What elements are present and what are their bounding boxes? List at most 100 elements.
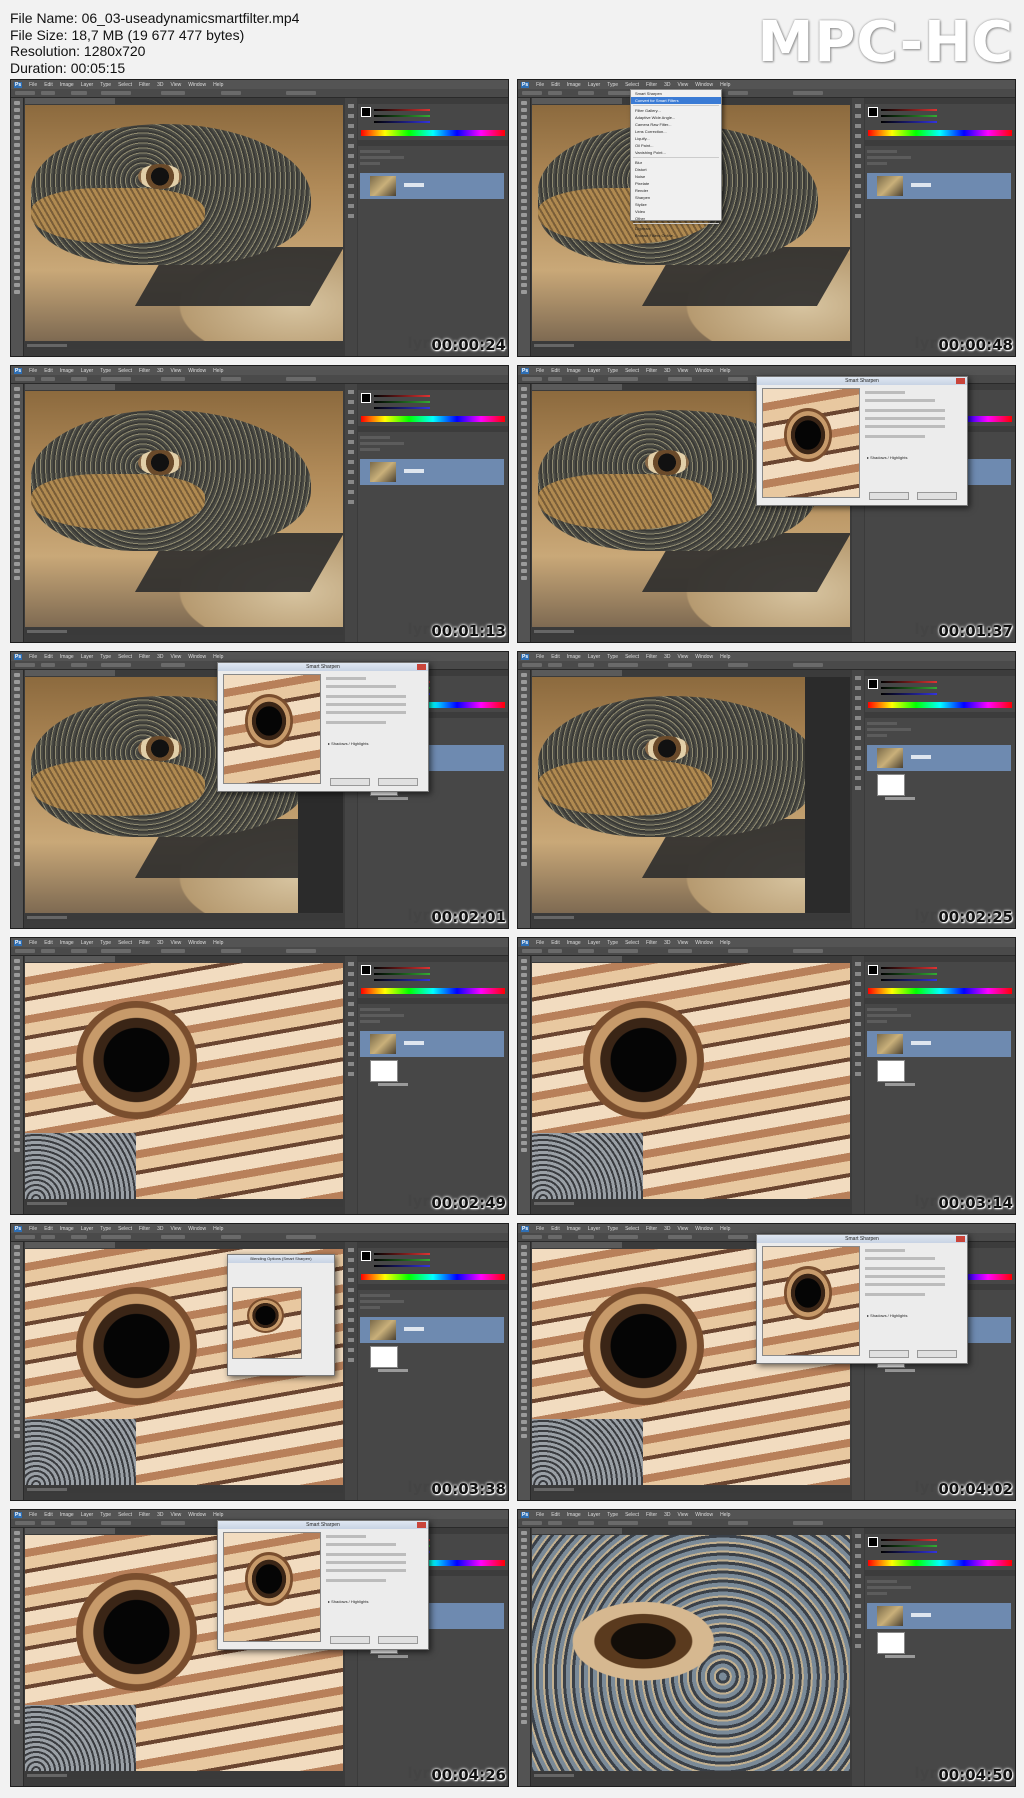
panel-icon[interactable] xyxy=(348,1358,354,1362)
color-panel-tabs[interactable] xyxy=(358,384,508,390)
tool-icon[interactable] xyxy=(521,227,527,231)
tool-icon[interactable] xyxy=(521,1050,527,1054)
tool-icon[interactable] xyxy=(14,1308,20,1312)
menu-item[interactable]: Layer xyxy=(81,368,94,374)
color-spectrum[interactable] xyxy=(361,988,505,994)
tool-icon[interactable] xyxy=(521,1113,527,1117)
tool-icon[interactable] xyxy=(14,541,20,545)
tool-icon[interactable] xyxy=(14,492,20,496)
tool-icon[interactable] xyxy=(14,1622,20,1626)
menu-item[interactable]: Help xyxy=(213,654,223,660)
panel-icon[interactable] xyxy=(855,962,861,966)
layers-control[interactable] xyxy=(360,150,390,153)
menu-item[interactable]: Image xyxy=(60,1226,74,1232)
menu-item[interactable]: View xyxy=(678,654,689,660)
tool-icon[interactable] xyxy=(14,813,20,817)
tool-icon[interactable] xyxy=(521,1643,527,1647)
panel-icon[interactable] xyxy=(348,114,354,118)
filter-preview[interactable] xyxy=(223,674,321,784)
tool-icon[interactable] xyxy=(14,157,20,161)
tool-icon[interactable] xyxy=(14,387,20,391)
menu-item[interactable]: Type xyxy=(607,1512,618,1518)
panel-icon[interactable] xyxy=(855,776,861,780)
tool-icon[interactable] xyxy=(521,1106,527,1110)
menu-item[interactable]: Filter xyxy=(139,654,150,660)
tool-icon[interactable] xyxy=(14,527,20,531)
tool-icon[interactable] xyxy=(521,1134,527,1138)
menu-item[interactable]: Layer xyxy=(588,368,601,374)
menu-item[interactable]: Image xyxy=(60,368,74,374)
tool-icon[interactable] xyxy=(521,1287,527,1291)
tool-icon[interactable] xyxy=(14,422,20,426)
menu-item[interactable]: Window xyxy=(695,654,713,660)
tool-icon[interactable] xyxy=(521,115,527,119)
panel-icon[interactable] xyxy=(855,1052,861,1056)
tool-icon[interactable] xyxy=(14,848,20,852)
tool-icon[interactable] xyxy=(521,673,527,677)
tool-icon[interactable] xyxy=(14,569,20,573)
tool-icon[interactable] xyxy=(14,1608,20,1612)
tool-icon[interactable] xyxy=(521,276,527,280)
menu-item[interactable]: Type xyxy=(607,940,618,946)
tool-icon[interactable] xyxy=(521,848,527,852)
menu-item[interactable]: Help xyxy=(720,1512,730,1518)
dialog-control[interactable] xyxy=(326,703,406,706)
tool-icon[interactable] xyxy=(521,1036,527,1040)
tool-icon[interactable] xyxy=(521,785,527,789)
menu-item[interactable]: 3D xyxy=(157,82,163,88)
tool-icon[interactable] xyxy=(14,1141,20,1145)
tool-icon[interactable] xyxy=(521,1001,527,1005)
tool-icon[interactable] xyxy=(521,513,527,517)
tool-icon[interactable] xyxy=(14,513,20,517)
menu-item[interactable]: View xyxy=(678,940,689,946)
tool-icon[interactable] xyxy=(14,464,20,468)
tool-icon[interactable] xyxy=(14,1413,20,1417)
tool-icon[interactable] xyxy=(521,164,527,168)
tool-icon[interactable] xyxy=(14,673,20,677)
tool-icon[interactable] xyxy=(14,1406,20,1410)
dialog-control[interactable] xyxy=(865,1293,925,1296)
menu-item[interactable]: Layer xyxy=(588,1512,601,1518)
panel-icon[interactable] xyxy=(348,204,354,208)
tool-icon[interactable] xyxy=(521,1343,527,1347)
panel-icon[interactable] xyxy=(855,982,861,986)
layers-panel-tabs[interactable] xyxy=(358,140,508,146)
close-button[interactable] xyxy=(956,1236,965,1242)
filter-preview[interactable] xyxy=(223,1532,321,1642)
tool-icon[interactable] xyxy=(521,562,527,566)
tool-icon[interactable] xyxy=(14,1636,20,1640)
color-slider[interactable] xyxy=(881,979,937,981)
close-button[interactable] xyxy=(956,378,965,384)
tool-icon[interactable] xyxy=(14,987,20,991)
tool-icon[interactable] xyxy=(14,1594,20,1598)
tool-icon[interactable] xyxy=(14,1559,20,1563)
tool-icon[interactable] xyxy=(521,862,527,866)
dialog-control[interactable] xyxy=(865,399,935,402)
tool-icon[interactable] xyxy=(521,841,527,845)
color-slider[interactable] xyxy=(374,967,430,969)
dialog-control[interactable] xyxy=(326,1579,386,1582)
tool-icon[interactable] xyxy=(14,255,20,259)
tool-icon[interactable] xyxy=(521,485,527,489)
menu-item[interactable]: 3D xyxy=(664,1226,670,1232)
menu-item[interactable]: Layer xyxy=(588,82,601,88)
tool-icon[interactable] xyxy=(521,987,527,991)
tool-icon[interactable] xyxy=(14,694,20,698)
panel-icon[interactable] xyxy=(348,1248,354,1252)
color-slider[interactable] xyxy=(374,1253,430,1255)
tool-icon[interactable] xyxy=(521,555,527,559)
tool-icon[interactable] xyxy=(521,1057,527,1061)
panel-icon[interactable] xyxy=(855,1604,861,1608)
menu-item[interactable]: File xyxy=(29,1512,37,1518)
panel-icon[interactable] xyxy=(855,184,861,188)
tool-icon[interactable] xyxy=(14,199,20,203)
panel-icon[interactable] xyxy=(855,114,861,118)
tool-icon[interactable] xyxy=(521,422,527,426)
tool-icon[interactable] xyxy=(521,1594,527,1598)
menu-item[interactable]: Select xyxy=(625,654,639,660)
color-panel-tabs[interactable] xyxy=(865,1528,1015,1534)
panel-icon[interactable] xyxy=(348,184,354,188)
tool-icon[interactable] xyxy=(521,1099,527,1103)
tool-icon[interactable] xyxy=(14,806,20,810)
tool-icon[interactable] xyxy=(521,192,527,196)
